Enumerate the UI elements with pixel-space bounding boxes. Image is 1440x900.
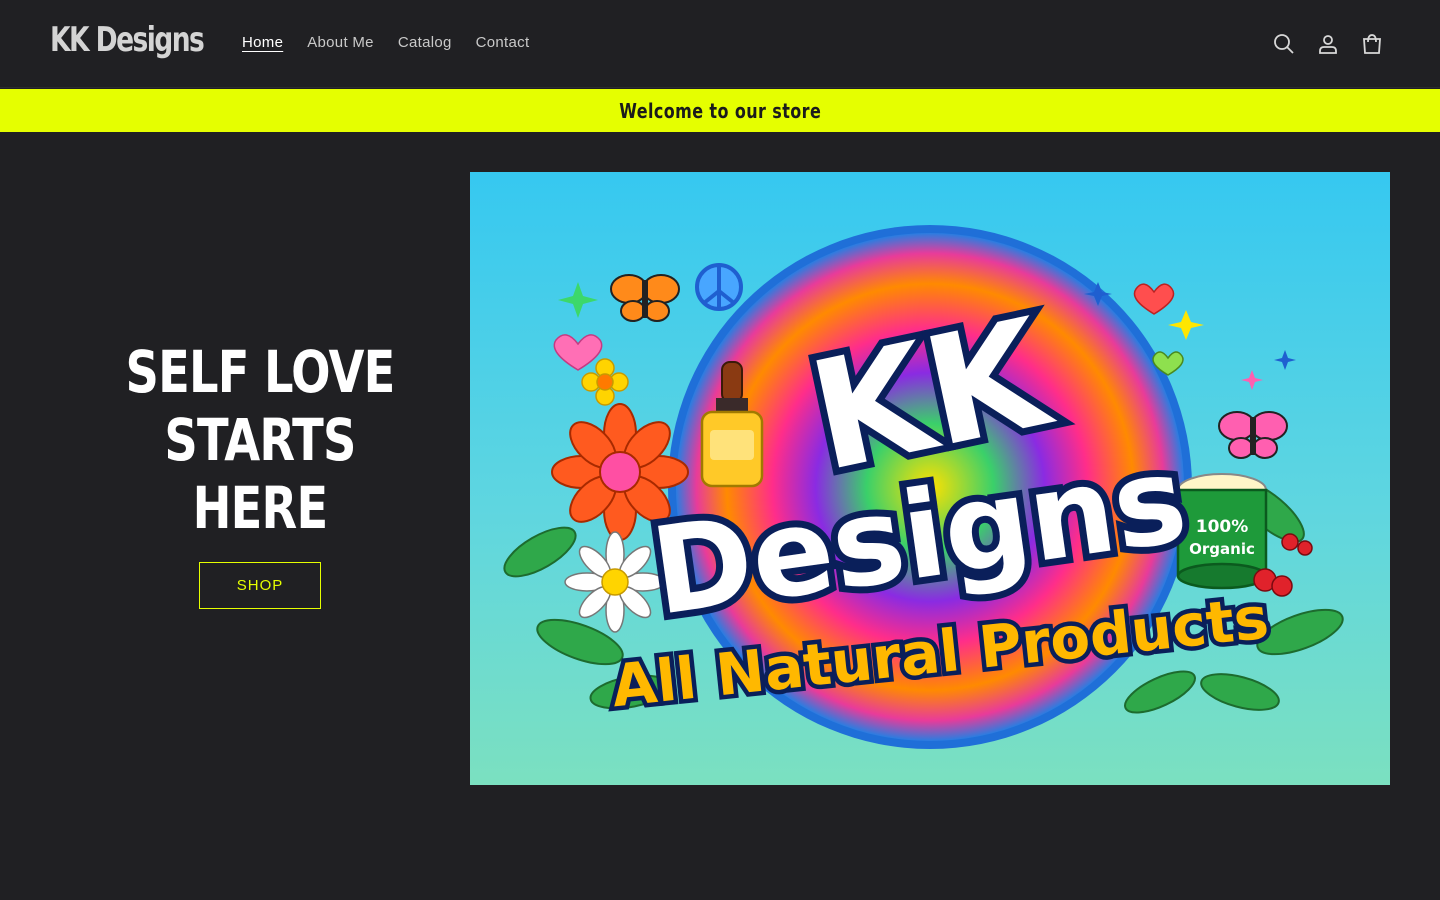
cart-icon[interactable] (1358, 30, 1386, 58)
main-nav: Home About Me Catalog Contact (230, 34, 541, 52)
badge-line-2: Organic (1189, 540, 1255, 558)
badge-line-1: 100% (1196, 517, 1249, 537)
nav-link-contact[interactable]: Contact (464, 34, 542, 52)
nav-link-home[interactable]: Home (230, 34, 295, 52)
shop-button[interactable]: SHOP (199, 562, 321, 609)
hero-title: SELF LOVE STARTS HERE (100, 338, 420, 542)
nav-link-catalog[interactable]: Catalog (386, 34, 464, 52)
account-icon[interactable] (1314, 30, 1342, 58)
announcement-text: Welcome to our store (619, 98, 821, 123)
search-icon[interactable] (1270, 30, 1298, 58)
site-logo[interactable]: KK Designs (50, 20, 205, 60)
hero-title-line: STARTS (164, 406, 356, 474)
announcement-bar: Welcome to our store (0, 89, 1440, 132)
hero-image: 100% Organic KK Designs All Natural Prod… (470, 172, 1390, 785)
hero-title-line: HERE (192, 474, 329, 542)
hero-title-line: SELF LOVE (125, 338, 395, 406)
nav-link-about[interactable]: About Me (295, 34, 386, 52)
site-header: KK Designs Home About Me Catalog Contact (0, 0, 1440, 88)
hero-text-block: SELF LOVE STARTS HERE (60, 338, 460, 542)
